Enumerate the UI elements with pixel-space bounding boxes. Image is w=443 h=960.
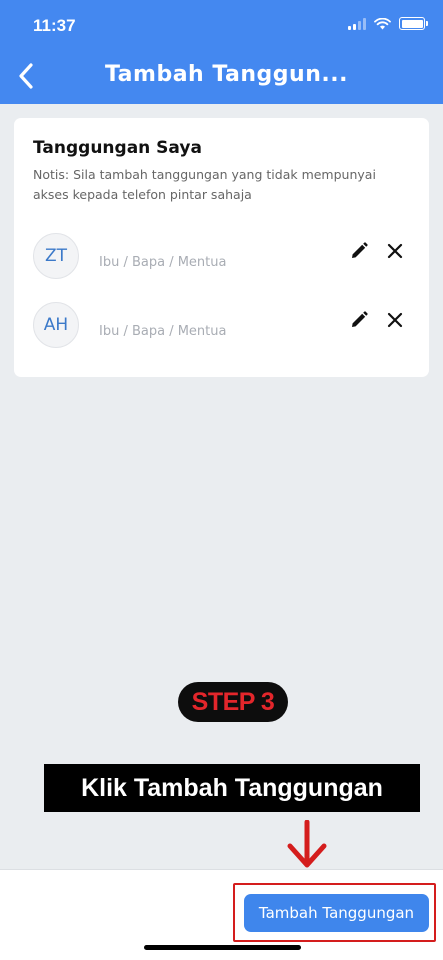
dependent-row[interactable]: ZT Ibu / Bapa / Mentua — [33, 233, 413, 281]
arrow-down-icon — [287, 820, 327, 868]
app-header: 11:37 Tambah Tanggun... — [0, 0, 443, 104]
dependents-card: Tanggungan Saya Notis: Sila tambah tangg… — [14, 118, 429, 377]
status-time: 11:37 — [33, 16, 76, 35]
status-icons — [348, 17, 428, 30]
close-icon[interactable] — [385, 241, 405, 261]
card-note: Notis: Sila tambah tanggungan yang tidak… — [33, 167, 376, 202]
avatar: ZT — [33, 233, 79, 279]
page-title: Tambah Tanggun... — [105, 62, 348, 87]
battery-icon — [399, 17, 428, 30]
chevron-left-icon — [19, 63, 33, 89]
dependent-relation: Ibu / Bapa / Mentua — [99, 255, 227, 270]
step-label: STEP 3 — [178, 682, 288, 722]
back-button[interactable] — [12, 60, 40, 92]
avatar: AH — [33, 302, 79, 348]
edit-icon[interactable] — [349, 241, 369, 261]
card-title: Tanggungan Saya — [33, 138, 202, 158]
dependent-row[interactable]: AH Ibu / Bapa / Mentua — [33, 302, 413, 350]
cellular-signal-icon — [348, 17, 366, 30]
home-indicator — [144, 945, 301, 950]
instruction-banner: Klik Tambah Tanggungan — [44, 764, 420, 812]
add-dependent-button[interactable]: Tambah Tanggungan — [244, 894, 429, 932]
dependent-relation: Ibu / Bapa / Mentua — [99, 324, 227, 339]
wifi-icon — [374, 17, 391, 29]
edit-icon[interactable] — [349, 310, 369, 330]
close-icon[interactable] — [385, 310, 405, 330]
